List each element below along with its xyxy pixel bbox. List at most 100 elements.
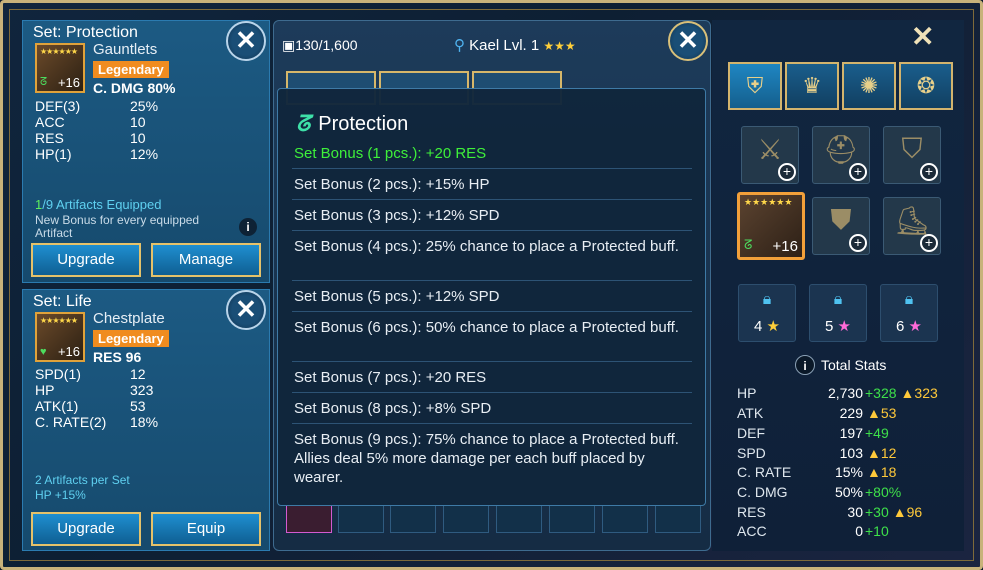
- stat-row-hp: HP 2,730 +328 ▲323: [737, 385, 938, 401]
- substat-row: SPD(1) 12: [35, 366, 146, 382]
- set-bonus-note: HP +15%: [35, 488, 86, 502]
- unlock-requirement: 5 ★: [825, 318, 851, 335]
- stat-row-def: DEF 197 +49: [737, 425, 889, 441]
- manage-button[interactable]: Manage: [151, 243, 261, 277]
- artifact-cell[interactable]: [549, 505, 595, 533]
- set-gem-icon: ᘔ: [40, 76, 48, 88]
- substat-row: ACC 10: [35, 114, 146, 130]
- mastery-icon: ✺: [859, 73, 879, 98]
- tooltip-title: Protection: [318, 112, 409, 135]
- helmet-icon: ⛑: [823, 134, 859, 165]
- add-icon: +: [778, 163, 796, 181]
- divider: [292, 311, 692, 312]
- stars-icon: ★★★★★★: [40, 316, 78, 325]
- total-stats-title: Total Stats: [821, 357, 887, 373]
- armor-icon: ⛨: [746, 73, 764, 98]
- main-stat: RES 96: [93, 349, 142, 365]
- rarity-badge: Legendary: [93, 61, 169, 78]
- divider: [292, 230, 692, 231]
- set-bonus-line: Set Bonus (1 pcs.): +20 RES: [294, 145, 487, 162]
- add-icon: +: [920, 163, 938, 181]
- hero-class-icon: ⚲: [454, 37, 465, 54]
- storage-capacity: ▣130/1,600: [282, 37, 358, 53]
- divider: [292, 199, 692, 200]
- rarity-badge: Legendary: [93, 330, 169, 347]
- substat-row: HP 323: [35, 382, 154, 398]
- stat-row-spd: SPD 103 ▲12: [737, 445, 897, 461]
- info-icon[interactable]: i: [239, 218, 257, 236]
- unlock-requirement: 6 ★: [896, 318, 922, 335]
- close-set-panel-button[interactable]: ✕: [226, 290, 266, 330]
- set-note: 2 Artifacts per Set: [35, 473, 130, 487]
- substat-row: HP(1) 12%: [35, 146, 159, 162]
- set-title: Set: Life: [33, 293, 92, 310]
- item-name: Gauntlets: [93, 41, 158, 58]
- tab-crown-category[interactable]: ♛: [785, 62, 839, 110]
- stars-icon: ★★★★★★: [40, 47, 78, 56]
- tooltip-header: ᘔ Protection: [296, 111, 408, 137]
- add-icon: +: [849, 163, 867, 181]
- set-bonus-tooltip: ᘔ Protection Set Bonus (1 pcs.): +20 RES…: [277, 88, 706, 506]
- chest-slot[interactable]: ⛊ +: [812, 197, 870, 255]
- stars-icon: ★★★★★★: [744, 197, 793, 207]
- artifact-level: +16: [57, 344, 80, 359]
- relic-icon: ❂: [916, 73, 936, 98]
- artifact-cell[interactable]: [496, 505, 542, 533]
- chestplate-artifact-icon[interactable]: ★★★★★★ ♥ +16: [35, 312, 85, 362]
- substat-row: RES 10: [35, 130, 146, 146]
- banner-slot-locked[interactable]: 🔒︎ 6 ★: [880, 284, 938, 342]
- ring-slot-locked[interactable]: 🔒︎ 4 ★: [738, 284, 796, 342]
- set-panel-protection: Set: Protection ★★★★★★ ᘔ +16 Gauntlets L…: [22, 20, 270, 283]
- artifact-cell[interactable]: [443, 505, 489, 533]
- gloves-slot[interactable]: ★★★★★★ ᘔ +16: [737, 192, 805, 260]
- amulet-slot-locked[interactable]: 🔒︎ 5 ★: [809, 284, 867, 342]
- artifact-cell[interactable]: [390, 505, 436, 533]
- upgrade-button[interactable]: Upgrade: [31, 243, 141, 277]
- helmet-slot[interactable]: ⛑ +: [812, 126, 870, 184]
- tab-relic-category[interactable]: ❂: [899, 62, 953, 110]
- artifact-level: +16: [57, 75, 80, 90]
- lock-icon: 🔒︎: [833, 291, 843, 308]
- stat-row-atk: ATK 229 ▲53: [737, 405, 897, 421]
- tab-mastery-category[interactable]: ✺: [842, 62, 896, 110]
- substat-row: DEF(3) 25%: [35, 98, 159, 114]
- add-icon: +: [849, 234, 867, 252]
- divider: [292, 168, 692, 169]
- close-set-panel-button[interactable]: ✕: [226, 21, 266, 61]
- stat-row-crate: C. RATE 15% ▲18: [737, 464, 897, 480]
- artifact-cell[interactable]: [338, 505, 384, 533]
- gauntlets-artifact-icon[interactable]: ★★★★★★ ᘔ +16: [35, 43, 85, 93]
- substats-list: DEF(3) 25% ACC 10 RES 10 HP(1) 12%: [35, 98, 158, 162]
- weapon-slot[interactable]: ⚔ +: [741, 126, 799, 184]
- close-icon[interactable]: ✕: [911, 20, 934, 53]
- lock-icon: 🔒︎: [762, 291, 772, 308]
- upgrade-button[interactable]: Upgrade: [31, 512, 141, 546]
- sword-icon: ⚔: [757, 134, 783, 165]
- shield-slot[interactable]: ⛉ +: [883, 126, 941, 184]
- boots-slot[interactable]: ⛸ +: [883, 197, 941, 255]
- set-gem-icon: ᘔ: [744, 237, 753, 252]
- equip-button[interactable]: Equip: [151, 512, 261, 546]
- total-stats-header: i Total Stats: [795, 355, 886, 375]
- set-bonus-line: Set Bonus (2 pcs.): +15% HP: [294, 176, 490, 193]
- close-storage-button[interactable]: ✕: [668, 21, 708, 61]
- add-icon: +: [920, 234, 938, 252]
- stat-row-acc: ACC 0 +10: [737, 523, 889, 539]
- artifact-cell[interactable]: [655, 505, 701, 533]
- divider: [292, 392, 692, 393]
- artifact-cell[interactable]: [286, 505, 332, 533]
- unlock-requirement: 4 ★: [754, 318, 780, 335]
- set-bonus-line: Set Bonus (7 pcs.): +20 RES: [294, 369, 487, 386]
- substats-list: SPD(1) 12 HP 323 ATK(1) 53 C. RATE(2) 18%: [35, 366, 158, 430]
- equipped-count: 1/9 Artifacts Equipped: [35, 197, 162, 212]
- crown-icon: ♛: [802, 73, 822, 98]
- tab-armor-category[interactable]: ⛨: [728, 62, 782, 110]
- set-bonus-line: Set Bonus (5 pcs.): +12% SPD: [294, 288, 500, 305]
- life-heart-icon: ♥: [40, 346, 47, 358]
- set-bonus-line: Set Bonus (9 pcs.): 75% chance to place …: [294, 431, 679, 486]
- artifact-level: +16: [772, 238, 798, 255]
- lock-icon: 🔒︎: [904, 291, 914, 308]
- main-stat: C. DMG 80%: [93, 80, 176, 96]
- info-icon[interactable]: i: [795, 355, 815, 375]
- artifact-cell[interactable]: [602, 505, 648, 533]
